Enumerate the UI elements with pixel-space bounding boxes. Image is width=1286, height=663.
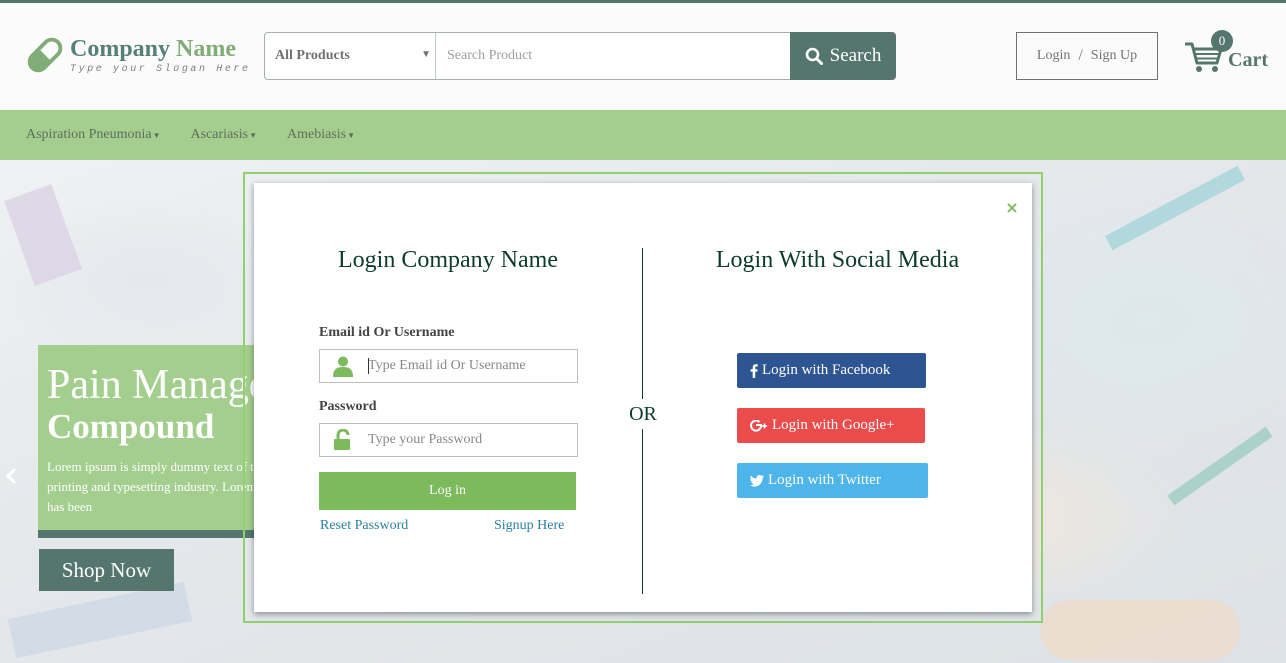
- google-login-label: Login with Google+: [772, 417, 895, 433]
- or-separator: OR: [624, 399, 662, 429]
- twitter-icon: [750, 474, 764, 487]
- facebook-login-button[interactable]: Login with Facebook: [737, 353, 926, 388]
- login-button[interactable]: Log in: [319, 472, 576, 510]
- login-modal: × Login Company Name Email id Or Usernam…: [254, 183, 1032, 612]
- password-input[interactable]: [368, 424, 574, 456]
- reset-password-link[interactable]: Reset Password: [320, 518, 408, 534]
- google-plus-icon: [750, 419, 768, 432]
- user-icon: [333, 356, 353, 377]
- password-label: Password: [319, 399, 377, 414]
- twitter-login-button[interactable]: Login with Twitter: [737, 463, 928, 498]
- email-field: [319, 349, 578, 383]
- email-input[interactable]: [368, 350, 574, 382]
- facebook-login-label: Login with Facebook: [762, 362, 891, 378]
- close-icon[interactable]: ×: [1003, 198, 1021, 217]
- password-field: [319, 423, 578, 457]
- twitter-login-label: Login with Twitter: [768, 472, 881, 488]
- social-login-title: Login With Social Media: [715, 247, 960, 273]
- email-label: Email id Or Username: [319, 325, 455, 340]
- unlock-icon: [334, 429, 350, 450]
- text-cursor: [368, 358, 369, 374]
- facebook-icon: [750, 363, 758, 378]
- google-login-button[interactable]: Login with Google+: [737, 408, 925, 443]
- signup-here-link[interactable]: Signup Here: [494, 518, 564, 534]
- login-title: Login Company Name: [338, 247, 558, 273]
